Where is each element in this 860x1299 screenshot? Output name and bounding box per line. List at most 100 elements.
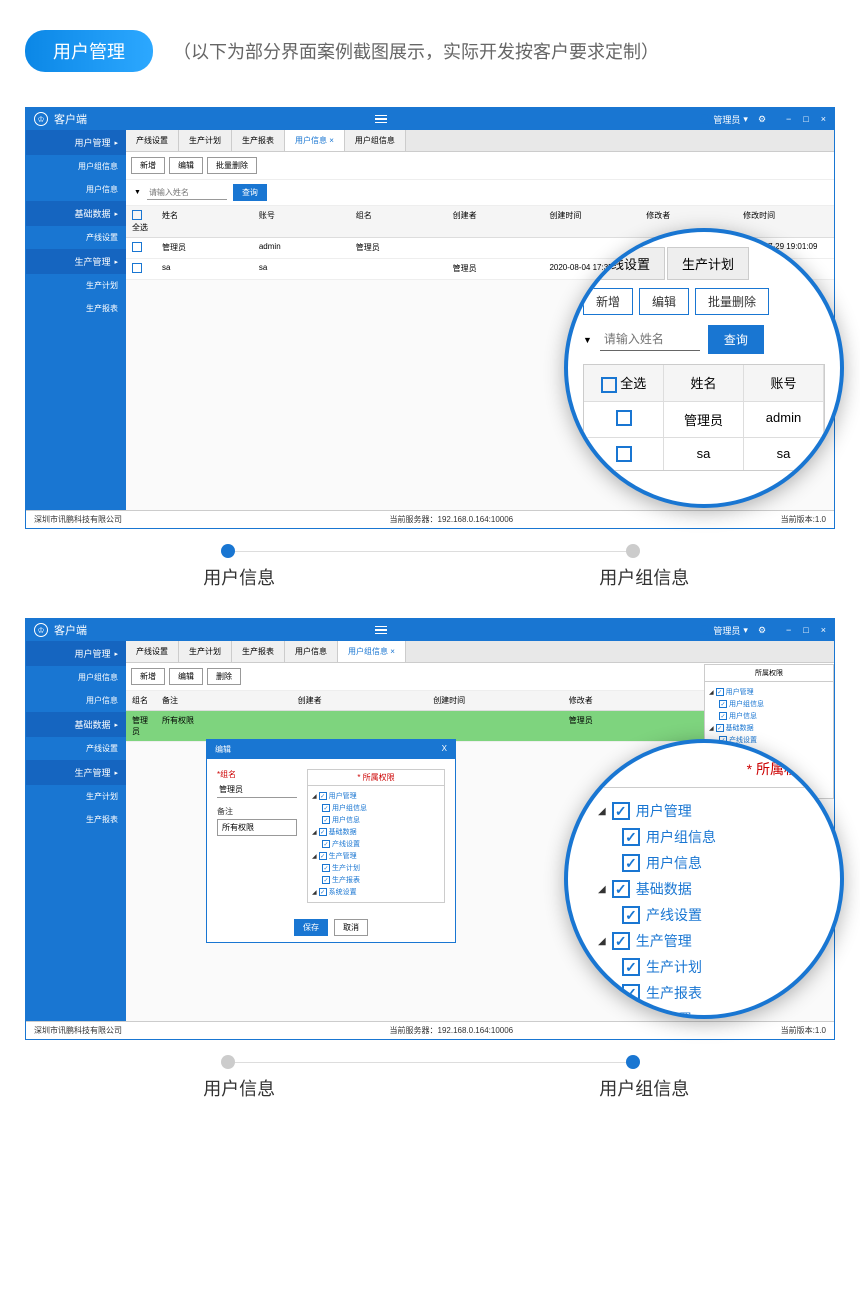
sidebar-item[interactable]: 生产报表 (26, 808, 126, 831)
mag-header: 全选 (584, 365, 664, 401)
table-header: 创建者 (447, 206, 544, 237)
tree-item[interactable]: ◢✓生产管理 (312, 850, 440, 862)
maximize-icon[interactable]: □ (803, 114, 808, 124)
footer-server: 当前服务器：192.168.0.164:10006 (390, 1025, 514, 1036)
tree-item[interactable]: ✓用户信息 (709, 710, 829, 722)
perm-item[interactable]: ◢✓生产管理 (598, 928, 810, 954)
perm-item[interactable]: ✓用户组信息 (598, 824, 810, 850)
tab[interactable]: 产线设置 (126, 641, 179, 662)
table-header: 创建时间 (427, 691, 563, 710)
new-button[interactable]: 新增 (131, 157, 165, 174)
titlebar: ♔ 客户端 👤 管理员 ▾ ⚙ − □ × (26, 108, 834, 130)
search-input[interactable] (147, 186, 227, 200)
tab[interactable]: 用户组信息 (345, 130, 406, 151)
dialog-save-button[interactable]: 保存 (294, 919, 328, 936)
tree-item[interactable]: ◢✓系统设置 (312, 886, 440, 898)
settings-icon[interactable]: ⚙ (758, 625, 766, 636)
mag-new-button[interactable]: 新增 (583, 288, 633, 315)
tab[interactable]: 用户组信息 × (338, 641, 406, 662)
mag-tab[interactable]: 生产计划 (667, 247, 749, 280)
minimize-icon[interactable]: − (786, 625, 791, 635)
caption-user-info: 用户信息 (203, 564, 275, 590)
close-icon[interactable]: × (821, 114, 826, 124)
search-button[interactable]: 查询 (233, 184, 267, 201)
settings-icon[interactable]: ⚙ (758, 114, 766, 125)
delete-button[interactable]: 删除 (207, 668, 241, 685)
sidebar-item[interactable]: 产线设置 (26, 737, 126, 760)
user-menu[interactable]: 👤 管理员 ▾ (699, 113, 748, 126)
sidebar-item[interactable]: 用户管理▸ (26, 641, 126, 666)
sidebar-item[interactable]: 用户组信息 (26, 155, 126, 178)
sidebar-item[interactable]: 生产管理▸ (26, 249, 126, 274)
mag-edit-button[interactable]: 编辑 (639, 288, 689, 315)
sidebar-item[interactable]: 用户组信息 (26, 666, 126, 689)
magnifier-zoom: * 所属权限 ◢✓用户管理✓用户组信息✓用户信息◢✓基础数据✓产线设置◢✓生产管… (564, 739, 844, 1019)
tab[interactable]: 用户信息 (285, 641, 338, 662)
sidebar-item[interactable]: 生产计划 (26, 785, 126, 808)
caption-user-group: 用户组信息 (599, 1075, 689, 1101)
dialog-cancel-button[interactable]: 取消 (334, 919, 368, 936)
tree-item[interactable]: ✓用户信息 (312, 814, 440, 826)
tab[interactable]: 用户信息 × (285, 130, 345, 151)
user-menu[interactable]: 👤 管理员 ▾ (699, 624, 748, 637)
dialog-remark-label: 备注 (217, 806, 297, 817)
tree-item[interactable]: ◢✓用户管理 (709, 686, 829, 698)
caption-dot-active (626, 1055, 640, 1069)
bulk-delete-button[interactable]: 批量删除 (207, 157, 257, 174)
sidebar-item[interactable]: 生产计划 (26, 274, 126, 297)
edit-button[interactable]: 编辑 (169, 668, 203, 685)
mag-search-input[interactable] (600, 328, 700, 351)
maximize-icon[interactable]: □ (803, 625, 808, 635)
dialog-remark-input[interactable]: 所有权限 (217, 819, 297, 836)
tab[interactable]: 生产报表 (232, 130, 285, 151)
hamburger-icon[interactable] (375, 626, 387, 635)
tab[interactable]: 生产计划 (179, 130, 232, 151)
tree-item[interactable]: ◢✓用户管理 (312, 790, 440, 802)
new-button[interactable]: 新增 (131, 668, 165, 685)
sidebar-item[interactable]: 用户信息 (26, 689, 126, 712)
sidebar-item[interactable]: 基础数据▸ (26, 201, 126, 226)
perm-item[interactable]: ◢✓用户管理 (598, 798, 810, 824)
sidebar-item[interactable]: 生产报表 (26, 297, 126, 320)
side-panel-title: 所属权限 (705, 665, 833, 682)
table-header: 创建者 (292, 691, 428, 710)
caption-dot-active (221, 544, 235, 558)
hamburger-icon[interactable] (375, 115, 387, 124)
tree-item[interactable]: ✓产线设置 (312, 838, 440, 850)
tree-item[interactable]: ✓用户组信息 (312, 802, 440, 814)
mag-row[interactable]: 管理员admin (584, 401, 824, 437)
tree-item[interactable]: ✓用户组信息 (709, 698, 829, 710)
sidebar-item[interactable]: 产线设置 (26, 226, 126, 249)
sidebar-item[interactable]: 生产管理▸ (26, 760, 126, 785)
close-icon[interactable]: × (821, 625, 826, 635)
mag-row[interactable]: sasa (584, 437, 824, 471)
sidebar-item[interactable]: 用户管理▸ (26, 130, 126, 155)
minimize-icon[interactable]: − (786, 114, 791, 124)
titlebar: ♔ 客户端 👤 管理员 ▾ ⚙ − □ × (26, 619, 834, 641)
tree-item[interactable]: ◢✓基础数据 (709, 722, 829, 734)
perm-item[interactable]: ✓生产计划 (598, 954, 810, 980)
perm-item[interactable]: ◢✓基础数据 (598, 876, 810, 902)
table-header: 姓名 (156, 206, 253, 237)
mag-search-button[interactable]: 查询 (708, 325, 764, 354)
dropdown-icon[interactable]: ▼ (583, 335, 592, 345)
dropdown-icon[interactable]: ▼ (134, 189, 141, 196)
tree-item[interactable]: ✓生产报表 (312, 874, 440, 886)
tree-item[interactable]: ✓生产计划 (312, 862, 440, 874)
tab[interactable]: 生产报表 (232, 641, 285, 662)
table-header: 账号 (253, 206, 350, 237)
table-header: 组名 (126, 691, 156, 710)
tab[interactable]: 产线设置 (126, 130, 179, 151)
dialog-perm-title: * 所属权限 (308, 770, 444, 786)
sidebar-item[interactable]: 用户信息 (26, 178, 126, 201)
perm-item[interactable]: ✓用户信息 (598, 850, 810, 876)
tree-item[interactable]: ◢✓基础数据 (312, 826, 440, 838)
sidebar: 用户管理▸用户组信息用户信息基础数据▸产线设置生产管理▸生产计划生产报表 (26, 130, 126, 510)
mag-bulk-delete-button[interactable]: 批量删除 (695, 288, 769, 315)
tab[interactable]: 生产计划 (179, 641, 232, 662)
dialog-close-icon[interactable]: X (442, 744, 447, 755)
perm-item[interactable]: ✓产线设置 (598, 902, 810, 928)
edit-button[interactable]: 编辑 (169, 157, 203, 174)
app-title: 客户端 (54, 111, 367, 127)
sidebar-item[interactable]: 基础数据▸ (26, 712, 126, 737)
